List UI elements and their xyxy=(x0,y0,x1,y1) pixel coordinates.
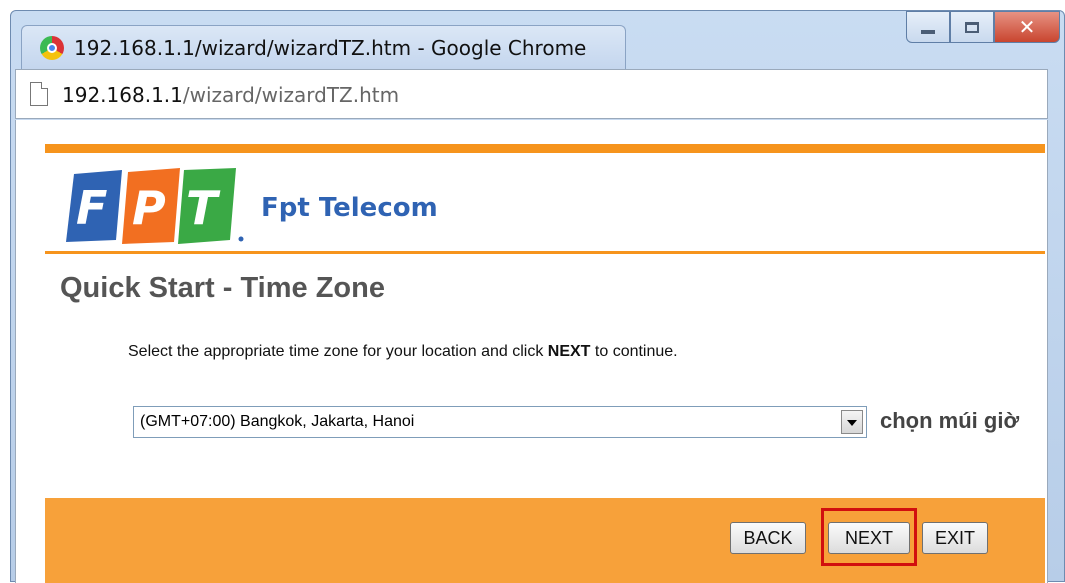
timezone-selected-value: (GMT+07:00) Bangkok, Jakarta, Hanoi xyxy=(140,413,415,430)
browser-window: 192.168.1.1/wizard/wizardTZ.htm - Google… xyxy=(10,10,1065,583)
maximize-icon xyxy=(965,21,979,33)
fpt-logo: F P T xyxy=(66,168,244,244)
chrome-icon xyxy=(40,36,64,60)
back-button[interactable]: BACK xyxy=(730,522,806,554)
svg-text:T: T xyxy=(186,181,221,235)
browser-tab[interactable]: 192.168.1.1/wizard/wizardTZ.htm - Google… xyxy=(21,25,626,69)
maximize-button[interactable] xyxy=(950,11,994,43)
title-bar: 192.168.1.1/wizard/wizardTZ.htm - Google… xyxy=(11,11,1064,69)
instruction-text: Select the appropriate time zone for you… xyxy=(128,343,678,361)
page-content: F P T Fpt Telecom Quick Start - Time Zon… xyxy=(15,120,1048,583)
instruction-bold: NEXT xyxy=(547,343,591,360)
url-host: 192.168.1.1 xyxy=(62,83,183,107)
url-path: /wizard/wizardTZ.htm xyxy=(182,83,400,107)
instruction-prefix: Select the appropriate time zone for you… xyxy=(128,343,548,360)
close-button[interactable]: ✕ xyxy=(994,11,1060,43)
minimize-icon xyxy=(921,30,935,34)
svg-text:F: F xyxy=(76,181,107,235)
minimize-button[interactable] xyxy=(906,11,950,43)
top-orange-stripe xyxy=(45,144,1045,153)
page-title: Quick Start - Time Zone xyxy=(60,272,385,304)
window-title: 192.168.1.1/wizard/wizardTZ.htm - Google… xyxy=(74,36,587,60)
svg-text:P: P xyxy=(132,181,166,235)
timezone-annotation: chọn múi giờ xyxy=(880,408,1020,433)
address-bar[interactable]: 192.168.1.1/wizard/wizardTZ.htm xyxy=(15,69,1048,119)
url-text[interactable]: 192.168.1.1/wizard/wizardTZ.htm xyxy=(62,83,399,107)
chevron-down-icon[interactable] xyxy=(841,410,863,434)
instruction-suffix: to continue. xyxy=(590,343,678,360)
close-icon: ✕ xyxy=(1018,15,1036,39)
page-icon xyxy=(30,82,48,106)
brand-name: Fpt Telecom xyxy=(261,193,438,223)
header-divider xyxy=(45,251,1045,254)
window-controls: ✕ xyxy=(906,11,1060,45)
timezone-select[interactable]: (GMT+07:00) Bangkok, Jakarta, Hanoi xyxy=(133,406,867,438)
exit-button[interactable]: EXIT xyxy=(922,522,988,554)
next-button[interactable]: NEXT xyxy=(828,522,910,554)
